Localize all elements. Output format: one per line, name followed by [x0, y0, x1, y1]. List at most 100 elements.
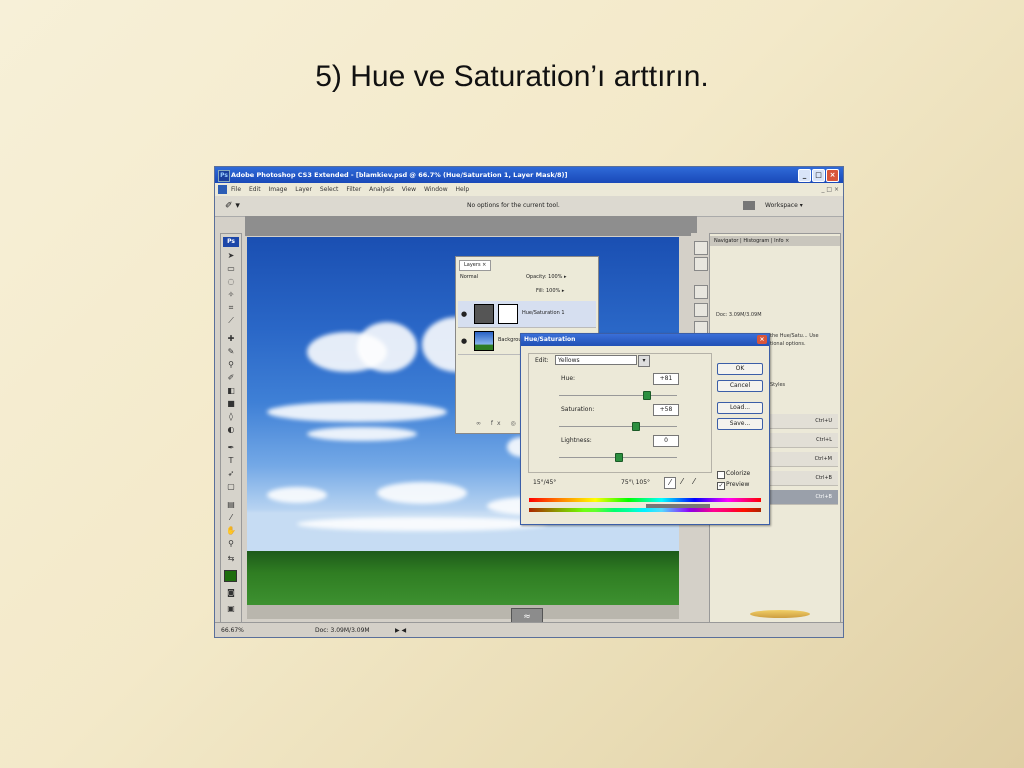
eyedropper-icon[interactable]: ⁄ [664, 477, 676, 489]
preview-checkbox[interactable]: ✓ [717, 482, 725, 490]
cloud [307, 427, 417, 441]
menu-file[interactable]: File [231, 183, 241, 196]
edit-label: Edit: [535, 357, 549, 364]
toolbox-ps-badge[interactable]: Ps [223, 237, 239, 247]
path-selection-tool-icon[interactable]: ➶ [224, 469, 238, 479]
close-button[interactable]: × [826, 169, 839, 182]
saturation-slider-thumb[interactable] [631, 422, 640, 431]
menu-select[interactable]: Select [320, 183, 339, 196]
lightness-slider-thumb[interactable] [615, 453, 623, 462]
edit-select[interactable]: Yellows [555, 355, 637, 365]
range-left: 15°/45° [533, 479, 557, 486]
saturation-slider-track[interactable] [559, 426, 677, 427]
magic-wand-tool-icon[interactable]: ✧ [224, 290, 238, 300]
swap-colors-icon[interactable]: ⇆ [224, 554, 238, 564]
screen-mode-icon[interactable]: ▣ [224, 604, 238, 614]
panel-tabs-label: Navigator | Histogram | Info × [714, 238, 790, 244]
eyedropper-tool-icon[interactable]: ⁄ [224, 513, 238, 523]
blur-tool-icon[interactable]: ◊ [224, 412, 238, 422]
slice-tool-icon[interactable]: ⟋ [224, 316, 238, 326]
load-button[interactable]: Load... [717, 402, 763, 414]
actions-panel-icon[interactable] [694, 257, 708, 271]
document-window-controls[interactable]: _ □ × [821, 183, 839, 196]
pen-tool-icon[interactable]: ✒ [224, 443, 238, 453]
lasso-tool-icon[interactable]: ◌ [224, 277, 238, 287]
zoom-tool-icon[interactable]: ⚲ [224, 539, 238, 549]
info-doc-size: Doc: 3.09M/3.09M [716, 312, 762, 318]
range-slider[interactable] [646, 504, 710, 508]
menu-window[interactable]: Window [424, 183, 448, 196]
dialog-titlebar[interactable]: Hue/Saturation × [521, 334, 769, 346]
quick-mask-icon[interactable]: ◙ [224, 588, 238, 598]
input-spectrum-bar [529, 498, 761, 502]
foreground-color-swatch[interactable] [224, 570, 237, 582]
hue-slider-track[interactable] [559, 395, 677, 396]
tool-preset-picker[interactable]: ✐ ▾ [225, 196, 240, 216]
zoom-level[interactable]: 66.67% [221, 623, 244, 637]
eye-icon[interactable]: ● [461, 337, 467, 345]
hue-saturation-dialog: Hue/Saturation × Edit: Yellows ▾ Hue: +8… [520, 333, 770, 525]
minimize-button[interactable]: _ [798, 169, 811, 182]
dialog-close-button[interactable]: × [757, 335, 767, 344]
toolbox: Ps ➤ ▭ ◌ ✧ ⌗ ⟋ ✚ ✎ ⚲ ✐ ◧ ■ ◊ ◐ ✒ T ➶ ▢ ▤… [220, 233, 242, 629]
history-brush-tool-icon[interactable]: ✐ [224, 373, 238, 383]
dodge-tool-icon[interactable]: ◐ [224, 425, 238, 435]
cloud [297, 517, 547, 531]
canvas-scrollbar[interactable] [247, 605, 679, 619]
menu-layer[interactable]: Layer [295, 183, 312, 196]
cancel-button[interactable]: Cancel [717, 380, 763, 392]
layer-item-hue-saturation[interactable]: ● Hue/Saturation 1 [458, 301, 596, 328]
layer-thumbnail [474, 331, 494, 351]
crop-tool-icon[interactable]: ⌗ [224, 303, 238, 313]
styles-tab[interactable]: Styles [770, 382, 785, 388]
hue-value-field[interactable]: +81 [653, 373, 679, 385]
eye-icon[interactable]: ● [461, 310, 467, 318]
brushes-panel-icon[interactable] [694, 303, 708, 317]
bridge-icon[interactable] [743, 201, 755, 210]
type-tool-icon[interactable]: T [224, 456, 238, 466]
hand-tool-icon[interactable]: ✋ [224, 526, 238, 536]
menu-image[interactable]: Image [269, 183, 288, 196]
workspace-menu[interactable]: Workspace ▾ [765, 196, 803, 216]
shape-tool-icon[interactable]: ▢ [224, 482, 238, 492]
gradient-tool-icon[interactable]: ■ [224, 399, 238, 409]
clone-stamp-tool-icon[interactable]: ⚲ [224, 360, 238, 370]
status-nav-arrows[interactable]: ▶ ◀ [395, 623, 406, 637]
lightness-value-field[interactable]: 0 [653, 435, 679, 447]
menu-help[interactable]: Help [456, 183, 470, 196]
dialog-title: Hue/Saturation [524, 336, 576, 343]
move-tool-icon[interactable]: ➤ [224, 251, 238, 261]
maximize-button[interactable]: □ [812, 169, 825, 182]
window-title: Adobe Photoshop CS3 Extended - [blamkiev… [231, 171, 568, 179]
tool-presets-icon[interactable] [694, 285, 708, 299]
menu-view[interactable]: View [402, 183, 416, 196]
eyedropper-minus-icon[interactable]: ⁄ [689, 477, 699, 487]
app-menu-icon[interactable] [218, 185, 227, 194]
panel-tabs[interactable]: Navigator | Histogram | Info × [710, 236, 840, 246]
history-panel-icon[interactable] [694, 241, 708, 255]
layers-tab[interactable]: Layers × [459, 260, 492, 271]
layer-mask-thumbnail[interactable] [498, 304, 518, 324]
marquee-tool-icon[interactable]: ▭ [224, 264, 238, 274]
healing-brush-tool-icon[interactable]: ✚ [224, 334, 238, 344]
eraser-tool-icon[interactable]: ◧ [224, 386, 238, 396]
slide-title: 5) Hue ve Saturation’ı arttırın. [315, 60, 709, 93]
save-button[interactable]: Save... [717, 418, 763, 430]
saturation-value-field[interactable]: +58 [653, 404, 679, 416]
blend-mode-select[interactable]: Normal [460, 274, 478, 280]
menu-edit[interactable]: Edit [249, 183, 261, 196]
eyedropper-plus-icon[interactable]: ⁄ [677, 477, 687, 487]
brush-tool-icon[interactable]: ✎ [224, 347, 238, 357]
hue-slider-thumb[interactable] [643, 391, 652, 400]
opacity-control[interactable]: Opacity: 100% ▸ [526, 274, 567, 280]
menu-analysis[interactable]: Analysis [369, 183, 394, 196]
colorize-checkbox[interactable] [717, 471, 725, 479]
menu-filter[interactable]: Filter [346, 183, 361, 196]
doc-size[interactable]: Doc: 3.09M/3.09M [315, 623, 370, 637]
chevron-down-icon[interactable]: ▾ [638, 355, 650, 367]
fill-control[interactable]: Fill: 100% ▸ [536, 288, 564, 294]
window-titlebar[interactable]: Ps Adobe Photoshop CS3 Extended - [blamk… [215, 167, 843, 183]
notes-tool-icon[interactable]: ▤ [224, 500, 238, 510]
cloud [267, 402, 447, 422]
ok-button[interactable]: OK [717, 363, 763, 375]
